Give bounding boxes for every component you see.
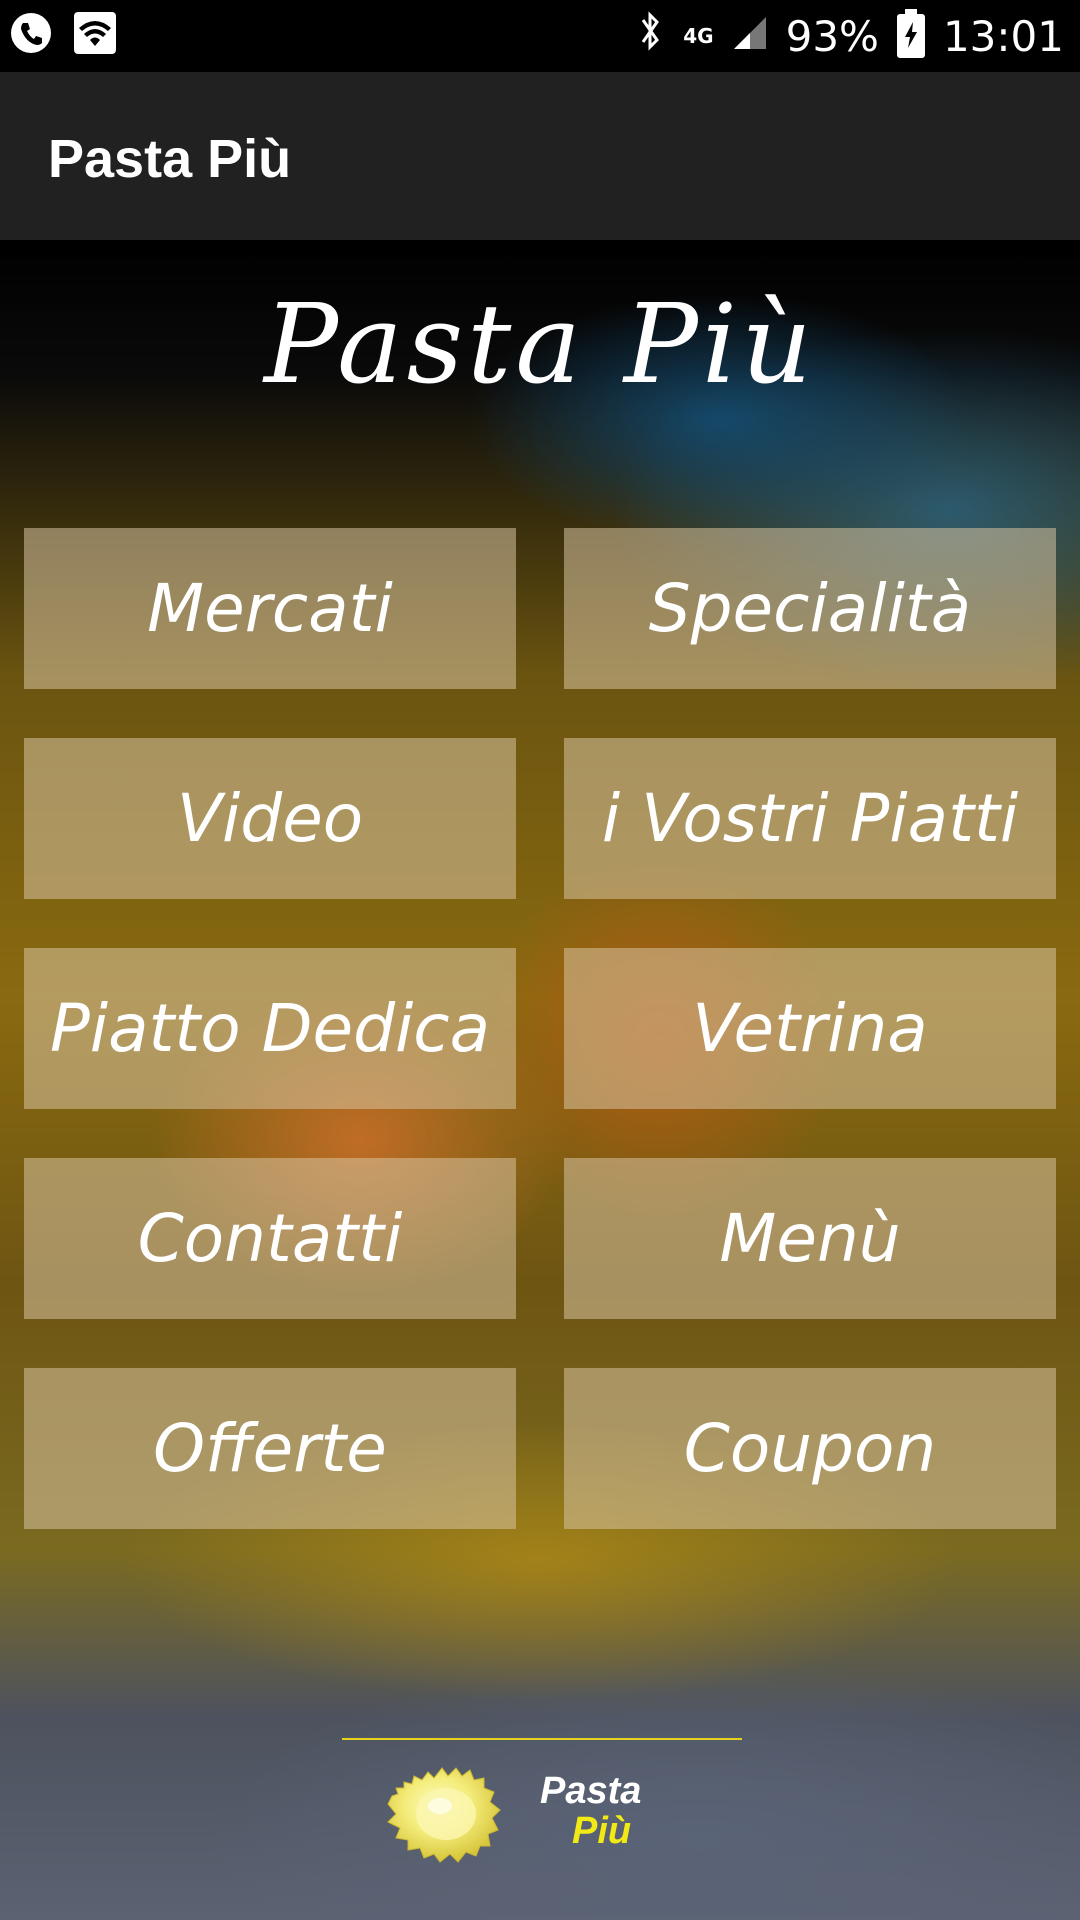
app-title: Pasta Più [48, 129, 292, 189]
menu-grid: Mercati Specialità Video i Vostri Piatti… [24, 528, 1056, 1529]
logo-text-piu: Più [572, 1810, 632, 1852]
menu-button-contatti[interactable]: Contatti [24, 1158, 516, 1319]
clock: 13:01 [942, 11, 1064, 61]
status-left-icons [10, 12, 116, 58]
menu-button-piatto-dedica[interactable]: Piatto Dedica [24, 948, 516, 1109]
menu-button-vostri-piatti[interactable]: i Vostri Piatti [564, 738, 1056, 899]
signal-icon [732, 12, 768, 61]
menu-button-coupon[interactable]: Coupon [564, 1368, 1056, 1529]
status-bar: 4G 93% 13:01 [0, 0, 1080, 72]
menu-button-specialita[interactable]: Specialità [564, 528, 1056, 689]
menu-button-video[interactable]: Video [24, 738, 516, 899]
menu-button-menu[interactable]: Menù [564, 1158, 1056, 1319]
status-right-icons: 4G 93% 13:01 [635, 9, 1064, 62]
bluetooth-icon [635, 10, 665, 62]
battery-percent: 93% [785, 11, 879, 61]
menu-button-offerte[interactable]: Offerte [24, 1368, 516, 1529]
phone-icon [10, 12, 52, 58]
logo-text-pasta: Pasta [540, 1770, 642, 1812]
logo-script-title: Pasta Più [264, 280, 816, 408]
menu-button-vetrina[interactable]: Vetrina [564, 948, 1056, 1109]
screen: 4G 93% 13:01 Pasta Più Pasta Più Mercati [0, 0, 1080, 1920]
ravioli-logo-icon [387, 1767, 501, 1863]
footer-logo: Pasta Più [0, 1736, 1080, 1920]
network-type: 4G [683, 24, 714, 48]
wifi-icon [74, 12, 116, 58]
battery-icon [896, 9, 925, 58]
footer-divider [342, 1738, 742, 1740]
app-bar: Pasta Più [0, 72, 1080, 240]
menu-button-mercati[interactable]: Mercati [24, 528, 516, 689]
